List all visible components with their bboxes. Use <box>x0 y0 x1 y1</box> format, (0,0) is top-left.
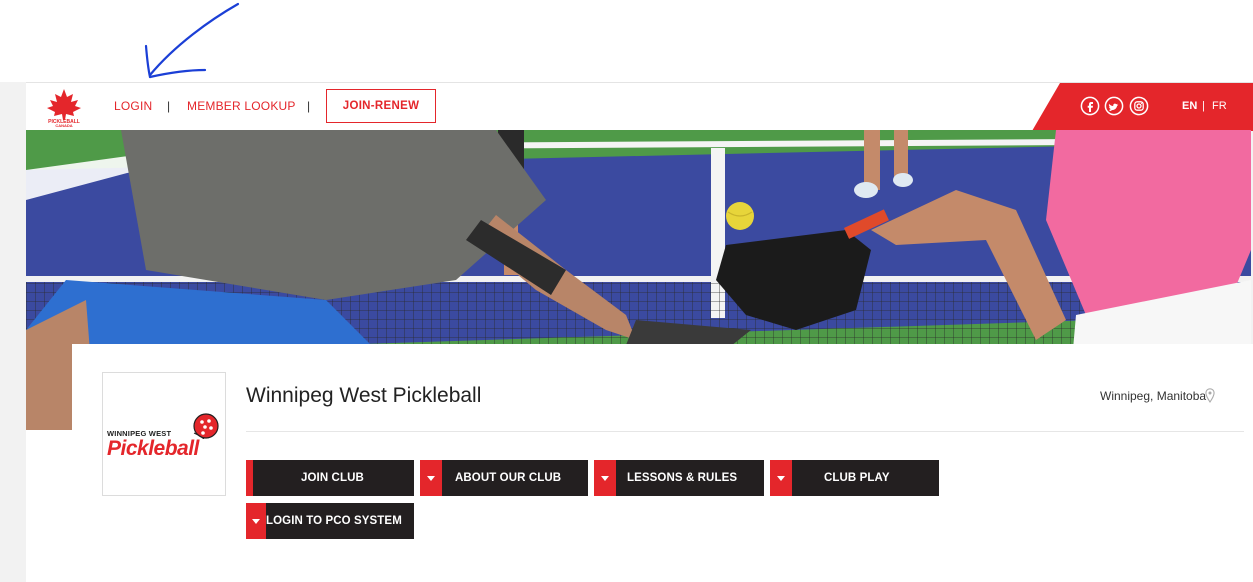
instagram-icon[interactable] <box>1129 96 1149 116</box>
login-pco-system-button[interactable]: LOGIN TO PCO SYSTEM <box>246 503 414 539</box>
club-play-button[interactable]: CLUB PLAY <box>770 460 939 496</box>
twitter-icon[interactable] <box>1104 96 1124 116</box>
login-link[interactable]: LOGIN <box>114 99 152 113</box>
lessons-rules-button[interactable]: LESSONS & RULES <box>594 460 764 496</box>
pickleball-ball-icon <box>193 413 219 439</box>
top-nav-bar: PICKLEBALL CANADA LOGIN | MEMBER LOOKUP … <box>26 82 1253 131</box>
lang-fr-link[interactable]: FR <box>1212 100 1227 112</box>
caret-down-icon <box>427 476 435 481</box>
about-our-club-label: ABOUT OUR CLUB <box>455 472 562 484</box>
club-play-label: CLUB PLAY <box>824 472 890 484</box>
divider <box>246 431 1244 432</box>
club-logo: WINNIPEG WEST Pickleball <box>102 372 226 496</box>
nav-separator: | <box>307 99 311 113</box>
left-gutter <box>0 82 26 582</box>
svg-text:CANADA: CANADA <box>55 123 72 127</box>
about-our-club-button[interactable]: ABOUT OUR CLUB <box>420 460 588 496</box>
club-card: WINNIPEG WEST Pickleball Winnipeg West P… <box>72 344 1253 582</box>
lessons-rules-label: LESSONS & RULES <box>627 472 738 484</box>
pickleball-canada-logo[interactable]: PICKLEBALL CANADA <box>40 87 88 127</box>
join-club-button[interactable]: JOIN CLUB <box>246 460 414 496</box>
dropdown-toggle <box>594 460 616 496</box>
button-accent <box>246 460 253 496</box>
lang-separator: | <box>1202 100 1205 112</box>
club-logo-main-text: Pickleball <box>107 437 199 460</box>
annotation-arrow <box>144 2 240 79</box>
dropdown-toggle <box>770 460 792 496</box>
lang-en-link[interactable]: EN <box>1182 100 1197 112</box>
join-club-label: JOIN CLUB <box>301 472 364 484</box>
caret-down-icon <box>601 476 609 481</box>
member-lookup-link[interactable]: MEMBER LOOKUP <box>187 99 296 113</box>
dropdown-toggle <box>246 503 266 539</box>
facebook-icon[interactable] <box>1080 96 1100 116</box>
location-pin-icon <box>1205 388 1215 403</box>
dropdown-toggle <box>420 460 442 496</box>
login-pco-system-label: LOGIN TO PCO SYSTEM <box>266 515 402 527</box>
join-renew-button[interactable]: JOIN-RENEW <box>326 89 436 123</box>
caret-down-icon <box>777 476 785 481</box>
club-title: Winnipeg West Pickleball <box>246 384 482 407</box>
caret-down-icon <box>252 519 260 524</box>
nav-separator: | <box>167 99 171 113</box>
club-location: Winnipeg, Manitoba <box>1100 389 1207 403</box>
